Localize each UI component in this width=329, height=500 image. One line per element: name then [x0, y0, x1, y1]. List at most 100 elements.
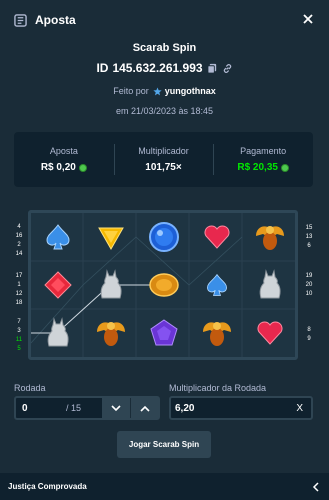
payline-number: 6 — [307, 243, 311, 249]
payline-number: 10 — [305, 291, 313, 297]
round-up-button[interactable] — [130, 398, 158, 418]
stat-payout: Pagamento R$ 20,35 — [213, 132, 313, 187]
stat-bet: Aposta R$ 0,20 — [14, 132, 114, 187]
username-link[interactable]: yungothnax — [153, 86, 216, 96]
slot-cell — [31, 213, 85, 261]
blue-orb-icon — [149, 222, 179, 252]
placed-date: em 21/03/2023 às 18:45 — [115, 106, 214, 116]
cat-statue-icon — [47, 317, 69, 347]
scarab-icon — [256, 226, 284, 250]
chevron-left-icon — [312, 481, 319, 492]
username: yungothnax — [164, 86, 216, 96]
slot-cell — [243, 261, 297, 309]
round-label: Rodada — [14, 383, 46, 393]
payline-number: 7 — [17, 319, 21, 325]
payline-numbers-right-bottom: 8 9 — [304, 326, 314, 344]
stat-multiplier-label: Multiplicador — [138, 146, 189, 156]
slot-cell — [137, 213, 191, 261]
payline-number: 1 — [17, 282, 21, 288]
payline-number: 13 — [305, 234, 313, 240]
bet-id-row: ID 145.632.261.993 — [0, 61, 329, 75]
payline-number: 20 — [305, 282, 313, 288]
payline-number-winning: 5 — [17, 346, 21, 352]
payline-number: 15 — [305, 225, 313, 231]
close-icon[interactable] — [301, 12, 315, 26]
slot-cell — [137, 261, 191, 309]
slot-cell — [190, 309, 244, 357]
chevron-down-icon — [111, 404, 121, 411]
slot-cell — [84, 261, 138, 309]
triangle-gem-icon — [98, 227, 124, 251]
stat-multiplier-value: 101,75× — [145, 162, 182, 173]
round-stepper: 0 / 15 — [14, 396, 160, 420]
round-input[interactable]: 0 — [16, 403, 66, 414]
payline-numbers-left-bottom: 7 3 11 5 — [14, 318, 24, 354]
bet-id-prefix: ID — [96, 61, 109, 75]
bet-slip-icon — [14, 13, 27, 27]
copy-icon[interactable] — [207, 63, 218, 74]
cat-statue-icon — [259, 269, 281, 299]
bet-stats-panel: Aposta R$ 0,20 Multiplicador 101,75× Pag… — [14, 132, 313, 187]
slot-cell — [84, 213, 138, 261]
payline-number: 16 — [15, 233, 23, 239]
slot-cell — [137, 309, 191, 357]
heart-gem-icon — [204, 225, 230, 249]
gold-coin-icon — [149, 273, 179, 297]
payline-numbers-right-top: 15 13 6 — [304, 224, 314, 251]
scarab-icon — [97, 322, 125, 346]
round-down-button[interactable] — [102, 398, 130, 418]
round-multiplier-value: 6,20 — [175, 402, 195, 414]
chevron-up-icon — [139, 405, 150, 412]
placed-by-row: Feito por yungothnax — [0, 86, 329, 96]
provably-fair-bar[interactable]: Justiça Comprovada — [0, 473, 329, 500]
slot-cell — [243, 213, 297, 261]
payline-number: 12 — [15, 291, 23, 297]
stat-multiplier: Multiplicador 101,75× — [113, 132, 214, 187]
payline-numbers-left-top: 4 16 2 14 — [14, 223, 24, 259]
round-multiplier-field: 6,20 X — [169, 396, 313, 420]
payline-number: 17 — [15, 273, 23, 279]
provably-fair-label: Justiça Comprovada — [8, 482, 87, 491]
round-total: / 15 — [66, 403, 82, 413]
vip-star-icon — [153, 86, 162, 95]
heart-gem-icon — [257, 321, 283, 345]
payline-number: 14 — [15, 251, 23, 257]
spade-gem-icon — [207, 273, 227, 296]
game-name[interactable]: Scarab Spin — [0, 42, 329, 54]
stat-payout-label: Pagamento — [240, 146, 287, 156]
slot-cell — [243, 309, 297, 357]
payline-number: 2 — [17, 242, 21, 248]
modal-title: Aposta — [35, 13, 76, 27]
payline-number: 4 — [17, 224, 21, 230]
stat-payout-value: R$ 20,35 — [237, 162, 278, 173]
slot-cell — [190, 213, 244, 261]
stat-bet-label: Aposta — [49, 146, 78, 156]
payline-number: 9 — [307, 336, 311, 342]
cat-statue-icon — [100, 269, 122, 299]
stat-bet-value-row: R$ 0,20 — [41, 162, 87, 173]
slot-cell — [84, 309, 138, 357]
round-multiplier-label: Multiplicador da Rodada — [169, 383, 267, 393]
stat-bet-value: R$ 0,20 — [40, 162, 76, 173]
payline-number: 18 — [15, 300, 23, 306]
modal-header: Aposta — [0, 0, 329, 40]
slot-cell — [31, 261, 85, 309]
payline-number: 19 — [305, 273, 313, 279]
play-game-button[interactable]: Jogar Scarab Spin — [117, 431, 211, 458]
currency-coin-icon — [78, 163, 87, 172]
pentagon-gem-icon — [150, 319, 178, 346]
bet-id: 145.632.261.993 — [112, 61, 203, 75]
multiplier-x-label: X — [296, 402, 303, 414]
slot-board — [28, 210, 298, 360]
scarab-icon — [203, 322, 231, 346]
link-icon[interactable] — [222, 63, 233, 74]
payline-number-winning: 11 — [15, 337, 23, 343]
placed-by-label: Feito por — [113, 86, 149, 96]
diamond-gem-icon — [44, 271, 72, 299]
slot-cell — [190, 261, 244, 309]
currency-coin-icon — [280, 163, 289, 172]
payline-number: 8 — [307, 327, 311, 333]
stat-payout-value-row: R$ 20,35 — [237, 162, 289, 173]
payline-numbers-right-mid: 19 20 10 — [304, 272, 314, 299]
payline-numbers-left-mid: 17 1 12 18 — [14, 272, 24, 308]
